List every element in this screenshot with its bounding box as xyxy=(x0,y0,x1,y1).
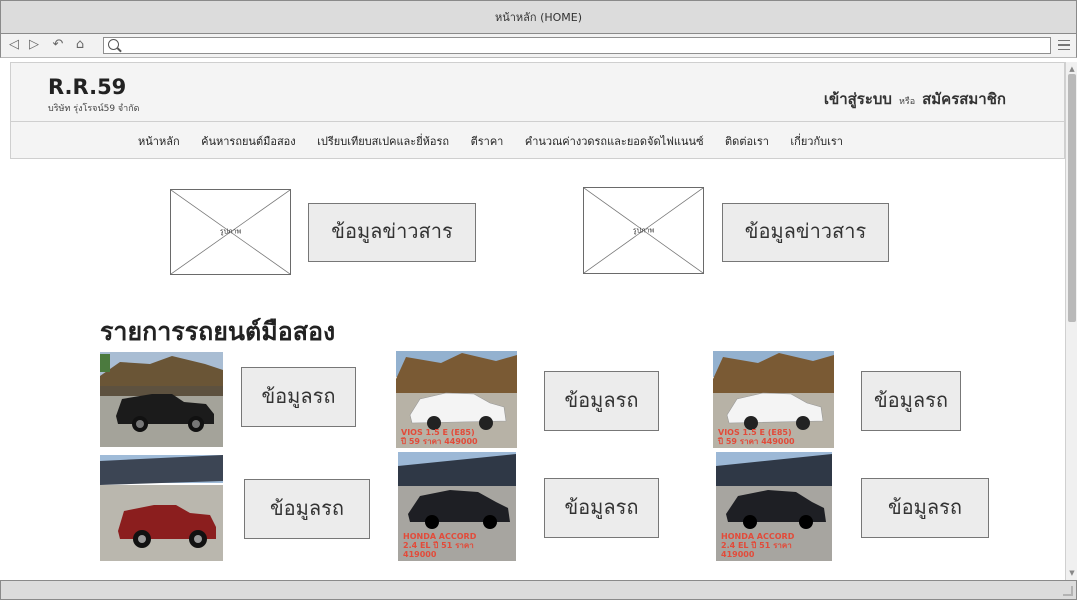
image-placeholder-label: รูปภาพ xyxy=(632,226,655,234)
car-info-button-3[interactable]: ข้อมูลรถ xyxy=(861,371,961,431)
car-info-label: ข้อมูลรถ xyxy=(564,388,639,412)
status-bar xyxy=(0,580,1077,600)
address-bar[interactable] xyxy=(103,37,1051,54)
news-image-2: รูปภาพ xyxy=(583,187,704,274)
section-title-used-cars: รายการรถยนต์มือสอง xyxy=(100,317,336,346)
scrollbar-thumb[interactable] xyxy=(1068,74,1076,322)
register-link[interactable]: สมัครสมาชิก xyxy=(922,90,1006,108)
home-icon[interactable]: ⌂ xyxy=(71,36,89,54)
car-photo-caption: VIOS 1.5 E (E85) ปี 59 ราคา 449000 xyxy=(401,428,478,446)
car-photo-caption: HONDA ACCORD 2.4 EL ปี 51 ราคา 419000 xyxy=(721,532,795,559)
car-info-button-5[interactable]: ข้อมูลรถ xyxy=(544,478,659,538)
car-photo-caption: HONDA ACCORD 2.4 EL ปี 51 ราคา 419000 xyxy=(403,532,477,559)
search-icon xyxy=(108,39,119,50)
or-text: หรือ xyxy=(898,97,916,107)
browser-toolbar: ◁ ▷ ↶ ⌂ xyxy=(0,34,1077,58)
window-titlebar: หน้าหลัก (HOME) xyxy=(0,0,1077,34)
car-info-label: ข้อมูลรถ xyxy=(888,495,962,519)
nav-item-appraise[interactable]: ตีราคา xyxy=(471,135,504,148)
nav-item-contact[interactable]: ติดต่อเรา xyxy=(725,135,769,148)
nav-item-compare[interactable]: เปรียบเทียบสเปคและยี่ห้อรถ xyxy=(317,135,449,148)
scroll-up-icon[interactable]: ▲ xyxy=(1068,64,1076,74)
news-button-2[interactable]: ข้อมูลข่าวสาร xyxy=(722,203,889,262)
car-info-button-6[interactable]: ข้อมูลรถ xyxy=(861,478,989,538)
nav-item-home[interactable]: หน้าหลัก xyxy=(138,135,180,148)
car-info-button-2[interactable]: ข้อมูลรถ xyxy=(544,371,659,431)
menu-icon[interactable] xyxy=(1058,40,1070,50)
car-photo-caption: VIOS 1.5 E (E85) ปี 59 ราคา 449000 xyxy=(718,428,795,446)
car-photo-4[interactable] xyxy=(100,455,223,561)
car-info-button-1[interactable]: ข้อมูลรถ xyxy=(241,367,356,427)
scroll-down-icon[interactable]: ▼ xyxy=(1068,568,1076,578)
nav-item-search-cars[interactable]: ค้นหารถยนต์มือสอง xyxy=(201,135,296,148)
auth-links: เข้าสู่ระบบ หรือ สมัครสมาชิก xyxy=(824,87,1006,111)
news-button-1[interactable]: ข้อมูลข่าวสาร xyxy=(308,203,476,262)
vertical-scrollbar[interactable]: ▲ ▼ xyxy=(1065,62,1077,580)
news-button-label: ข้อมูลข่าวสาร xyxy=(331,219,453,243)
car-info-label: ข้อมูลรถ xyxy=(874,388,948,412)
company-name: บริษัท รุ่งโรจน์59 จำกัด xyxy=(48,104,140,114)
main-nav: หน้าหลัก ค้นหารถยนต์มือสอง เปรียบเทียบสเ… xyxy=(10,122,1065,159)
news-button-label: ข้อมูลข่าวสาร xyxy=(744,219,867,243)
image-placeholder-label: รูปภาพ xyxy=(219,227,242,236)
car-info-label: ข้อมูลรถ xyxy=(564,495,639,519)
forward-icon[interactable]: ▷ xyxy=(25,36,43,54)
reload-icon[interactable]: ↶ xyxy=(49,36,67,54)
car-photo-6[interactable]: HONDA ACCORD 2.4 EL ปี 51 ราคา 419000 xyxy=(716,452,832,561)
back-icon[interactable]: ◁ xyxy=(5,36,23,54)
site-header: R.R.59 บริษัท รุ่งโรจน์59 จำกัด เข้าสู่ร… xyxy=(10,62,1065,122)
car-info-label: ข้อมูลรถ xyxy=(261,384,336,408)
news-image-1: รูปภาพ xyxy=(170,189,291,275)
window-title: หน้าหลัก (HOME) xyxy=(494,11,583,24)
site-logo[interactable]: R.R.59 xyxy=(48,75,126,99)
resize-grip-icon[interactable] xyxy=(1063,586,1073,596)
car-photo-2[interactable]: VIOS 1.5 E (E85) ปี 59 ราคา 449000 xyxy=(396,351,517,448)
nav-item-about[interactable]: เกี่ยวกับเรา xyxy=(790,135,843,148)
car-photo-3[interactable]: VIOS 1.5 E (E85) ปี 59 ราคา 449000 xyxy=(713,351,834,448)
login-link[interactable]: เข้าสู่ระบบ xyxy=(824,90,892,108)
car-info-button-4[interactable]: ข้อมูลรถ xyxy=(244,479,370,539)
nav-item-finance-calc[interactable]: คำนวณค่างวดรถและยอดจัดไฟแนนซ์ xyxy=(525,135,704,148)
car-photo-5[interactable]: HONDA ACCORD 2.4 EL ปี 51 ราคา 419000 xyxy=(398,452,516,561)
car-photo-1[interactable] xyxy=(100,352,223,447)
car-info-label: ข้อมูลรถ xyxy=(270,496,344,520)
